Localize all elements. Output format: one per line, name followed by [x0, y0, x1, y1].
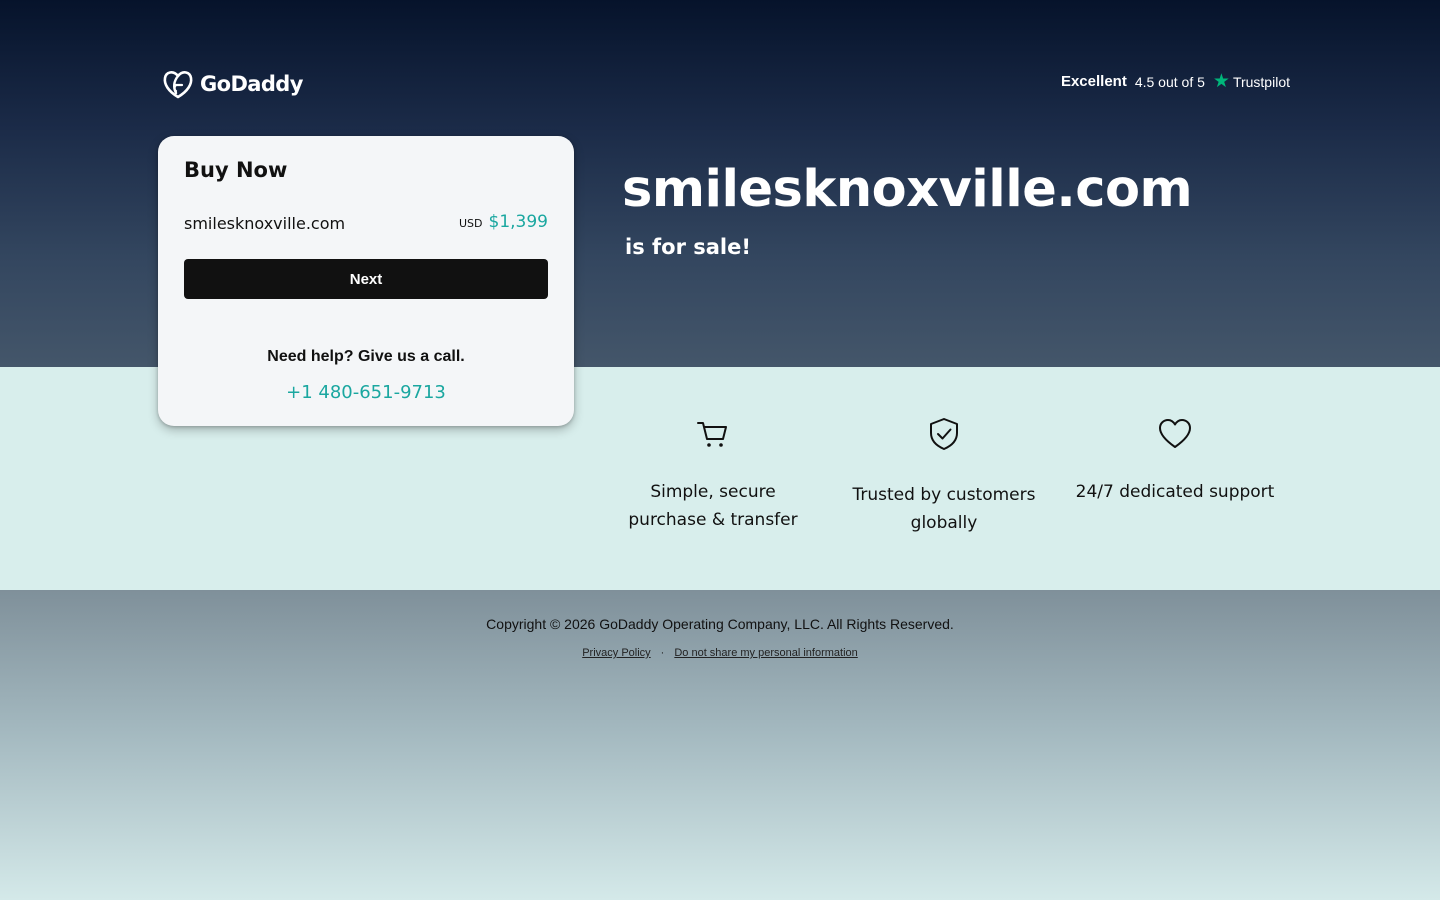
card-domain-name: smilesknoxville.com: [184, 214, 346, 233]
star-icon: ★: [1212, 71, 1230, 92]
shield-check-icon: [930, 418, 958, 450]
next-button[interactable]: Next: [184, 259, 548, 299]
feature-label: 24/7 dedicated support: [1075, 482, 1275, 502]
heart-icon: [1159, 419, 1191, 448]
godaddy-logo[interactable]: GoDaddy: [162, 69, 303, 99]
trustpilot-brand: ★ Trustpilot: [1213, 72, 1290, 91]
feature-trusted: Trusted by customers globally: [844, 416, 1044, 537]
copyright-text: Copyright © 2026 GoDaddy Operating Compa…: [486, 616, 954, 632]
domain-title: smilesknoxville.com: [622, 160, 1193, 219]
footer-links: Privacy Policy · Do not share my personal …: [0, 647, 1440, 659]
godaddy-logo-icon: [163, 71, 193, 99]
for-sale-subtitle: is for sale!: [625, 235, 751, 259]
trustpilot-label: Excellent: [1060, 73, 1127, 90]
trustpilot-rating[interactable]: Excellent 4.5 out of 5 ★ Trustpilot: [1061, 72, 1290, 91]
card-price: USD $1,399: [459, 212, 548, 232]
cart-icon: [697, 422, 727, 447]
buy-now-card: Buy Now smilesknoxville.com USD $1,399 N…: [158, 136, 574, 426]
price-value: $1,399: [488, 212, 548, 232]
feature-label: Simple, secure purchase & transfer: [628, 482, 798, 530]
do-not-share-link[interactable]: Do not share my personal information: [674, 647, 857, 659]
privacy-policy-link[interactable]: Privacy Policy: [582, 647, 650, 659]
footer-separator: ·: [660, 647, 665, 659]
help-text: Need help? Give us a call.: [267, 348, 465, 365]
logo-text: GoDaddy: [200, 72, 303, 96]
card-title: Buy Now: [184, 158, 288, 182]
feature-secure-purchase: Simple, secure purchase & transfer: [613, 416, 813, 534]
trustpilot-score: 4.5 out of 5: [1134, 73, 1205, 90]
feature-label: Trusted by customers globally: [852, 485, 1036, 533]
feature-support: 24/7 dedicated support: [1064, 416, 1286, 506]
currency-code: USD: [459, 217, 483, 230]
phone-link[interactable]: +1 480-651-9713: [158, 382, 574, 403]
trustpilot-brand-text: Trustpilot: [1232, 73, 1290, 90]
footer-section: [0, 590, 1440, 900]
